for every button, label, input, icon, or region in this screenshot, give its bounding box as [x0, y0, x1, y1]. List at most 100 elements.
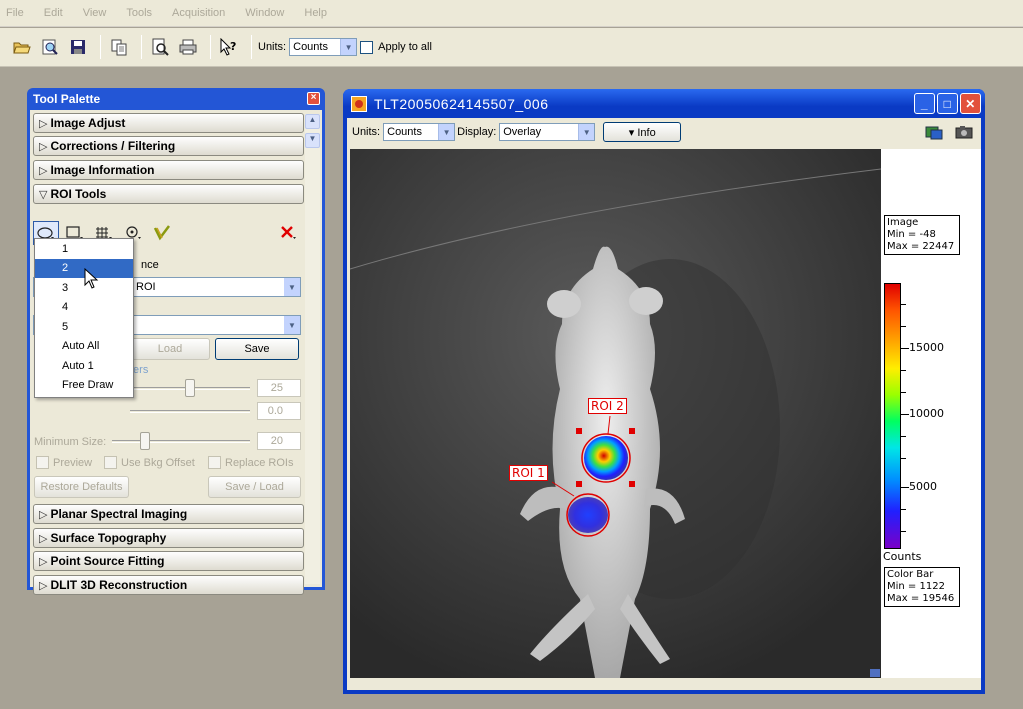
section-planar-spectral-imaging[interactable]: ▷ Planar Spectral Imaging — [33, 504, 304, 524]
image-window-titlebar[interactable]: TLT20050624145507_006 _ □ ✕ — [343, 89, 985, 118]
maximize-icon[interactable]: □ — [937, 93, 958, 114]
units-select[interactable]: Counts ▼ — [383, 123, 456, 141]
restore-defaults-button[interactable]: Restore Defaults — [34, 476, 129, 498]
dropdown-item[interactable]: 1 — [35, 239, 133, 259]
colorbar-tick-label: 15000 — [909, 341, 944, 354]
menu-help[interactable]: Help — [304, 7, 327, 19]
color-scale-panel: Image Min = -48 Max = 22447 15000 10000 … — [881, 149, 981, 678]
section-image-adjust[interactable]: ▷ Image Adjust — [33, 113, 304, 133]
chevron-down-icon: ▼ — [284, 316, 300, 334]
menu-edit[interactable]: Edit — [44, 7, 63, 19]
units-select[interactable]: Counts ▼ — [289, 38, 358, 56]
save-icon[interactable] — [66, 35, 90, 59]
minimum-size-slider-thumb[interactable] — [140, 432, 150, 450]
close-icon[interactable]: × — [307, 92, 320, 105]
roi-count-dropdown: 1 2 3 4 5 Auto All Auto 1 Free Draw — [34, 238, 134, 398]
minimum-size-slider-track[interactable] — [112, 440, 250, 443]
section-label: Point Source Fitting — [50, 554, 165, 568]
section-dlit-3d-reconstruction[interactable]: ▷ DLIT 3D Reconstruction — [33, 575, 304, 595]
display-select[interactable]: Overlay ▼ — [499, 123, 596, 141]
expand-arrow-icon: ▷ — [39, 140, 48, 153]
load-button[interactable]: Load — [130, 338, 210, 360]
measure-roi-icon[interactable] — [149, 221, 175, 245]
image-range-box: Image Min = -48 Max = 22447 — [884, 215, 960, 255]
roi-resize-handle[interactable] — [576, 481, 582, 487]
minimize-icon[interactable]: _ — [914, 93, 935, 114]
info-button[interactable]: ▾ Info — [603, 122, 682, 142]
colorbar-major-tick — [901, 487, 909, 488]
threshold-spinner[interactable]: 25 — [257, 379, 301, 397]
delete-roi-icon[interactable] — [275, 221, 301, 245]
colorbar-minor-tick — [901, 531, 906, 532]
palette-scrollbar[interactable]: ▲ ▼ — [305, 114, 320, 584]
use-bkg-offset-checkbox[interactable] — [104, 456, 117, 469]
menu-tools[interactable]: Tools — [126, 7, 152, 19]
section-surface-topography[interactable]: ▷ Surface Topography — [33, 528, 304, 548]
dropdown-item[interactable]: Free Draw — [35, 376, 133, 396]
expand-arrow-icon: ▷ — [39, 579, 48, 592]
preview-checkbox[interactable] — [36, 456, 49, 469]
scroll-up-icon[interactable]: ▲ — [305, 114, 320, 129]
tool-palette-titlebar[interactable]: Tool Palette × — [30, 88, 322, 110]
expand-arrow-icon: ▷ — [39, 164, 48, 177]
dropdown-item[interactable]: 5 — [35, 317, 133, 337]
apply-to-all-checkbox[interactable] — [360, 40, 374, 54]
color-bar — [884, 283, 901, 549]
luminescence-image-canvas[interactable]: ROI 2 ROI 1 — [350, 149, 881, 678]
roi-resize-handle[interactable] — [576, 428, 582, 434]
roi-2-label[interactable]: ROI 2 — [588, 398, 627, 414]
dropdown-item[interactable]: Auto 1 — [35, 356, 133, 376]
main-toolbar: ? Units: Counts ▼ Apply to all — [0, 28, 1023, 67]
scroll-down-icon[interactable]: ▼ — [305, 133, 320, 148]
section-point-source-fitting[interactable]: ▷ Point Source Fitting — [33, 551, 304, 571]
roi-resize-handle[interactable] — [629, 428, 635, 434]
roi-resize-handle[interactable] — [629, 481, 635, 487]
menu-window[interactable]: Window — [245, 7, 284, 19]
close-icon[interactable]: ✕ — [960, 93, 981, 114]
print-icon[interactable] — [176, 35, 200, 59]
minimum-size-spinner[interactable]: 20 — [257, 432, 301, 450]
apply-to-all-label: Apply to all — [378, 41, 432, 53]
colorbar-tick-label: 10000 — [909, 407, 944, 420]
save-load-button[interactable]: Save / Load — [208, 476, 301, 498]
color-bar-range-min: Min = 1122 — [887, 581, 945, 592]
units-select-value: Counts — [387, 126, 422, 138]
minimum-size-label: Minimum Size: — [34, 436, 107, 448]
expand-arrow-icon: ▷ — [39, 532, 48, 545]
expand-arrow-icon: ▷ — [39, 508, 48, 521]
help-pointer-icon[interactable]: ? — [217, 35, 241, 59]
copy-icon[interactable] — [107, 35, 131, 59]
section-image-information[interactable]: ▷ Image Information — [33, 160, 304, 180]
roi-1-label[interactable]: ROI 1 — [509, 465, 548, 481]
open-folder-icon[interactable] — [10, 35, 34, 59]
find-icon[interactable] — [38, 35, 62, 59]
expand-arrow-icon: ▷ — [39, 555, 48, 568]
export-image-icon[interactable] — [925, 124, 943, 140]
smoothing-slider-track[interactable] — [130, 410, 250, 413]
colorbar-minor-tick — [901, 509, 906, 510]
color-bar-range-max: Max = 19546 — [887, 593, 955, 604]
colorbar-minor-tick — [901, 326, 906, 327]
section-label: DLIT 3D Reconstruction — [50, 578, 188, 592]
color-bar-range-title: Color Bar — [887, 569, 934, 580]
threshold-slider-thumb[interactable] — [185, 379, 195, 397]
replace-rois-checkbox[interactable] — [208, 456, 221, 469]
save-button[interactable]: Save — [215, 338, 299, 360]
section-roi-tools[interactable]: ▽ ROI Tools — [33, 184, 304, 204]
section-label: Image Information — [50, 163, 155, 177]
section-label: Corrections / Filtering — [50, 139, 176, 153]
dropdown-item[interactable]: Auto All — [35, 337, 133, 357]
print-preview-icon[interactable] — [148, 35, 172, 59]
menu-file[interactable]: File — [6, 7, 24, 19]
section-corrections-filtering[interactable]: ▷ Corrections / Filtering — [33, 136, 304, 156]
menu-acquisition[interactable]: Acquisition — [172, 7, 225, 19]
image-window-title: TLT20050624145507_006 — [374, 95, 549, 112]
image-window: TLT20050624145507_006 _ □ ✕ Units: Count… — [343, 89, 985, 694]
menu-view[interactable]: View — [83, 7, 107, 19]
colorbar-major-tick — [901, 348, 909, 349]
dropdown-item[interactable]: 4 — [35, 298, 133, 318]
image-range-min: Min = -48 — [887, 229, 936, 240]
smoothing-spinner[interactable]: 0.0 — [257, 402, 301, 420]
chevron-down-icon: ▼ — [284, 278, 300, 296]
camera-icon[interactable] — [955, 124, 973, 140]
